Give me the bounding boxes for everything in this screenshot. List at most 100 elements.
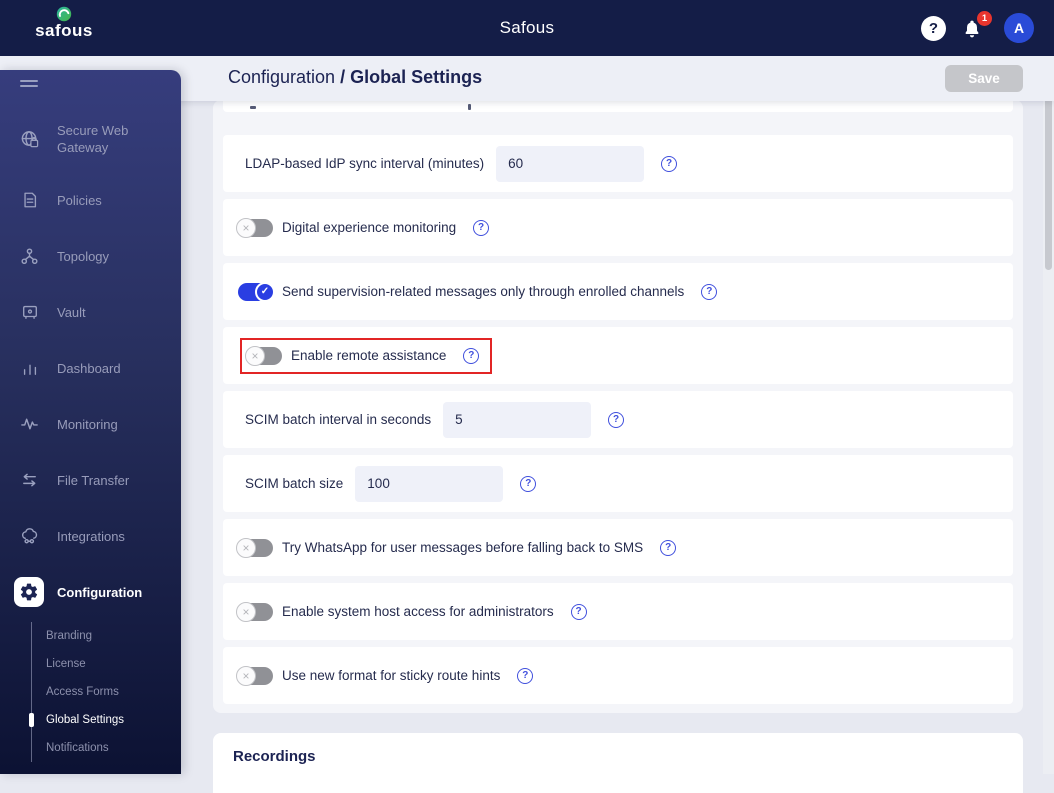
subnav-item-notifications[interactable]: Notifications — [32, 734, 181, 762]
subnav-item-global-settings[interactable]: Global Settings — [29, 706, 181, 734]
subnav-item-label: License — [46, 658, 86, 670]
setting-label: Use new format for sticky route hints — [282, 668, 501, 683]
help-icon[interactable] — [570, 603, 587, 620]
help-icon[interactable] — [608, 411, 625, 428]
activity-icon — [20, 415, 39, 434]
subnav-item-license[interactable]: License — [32, 650, 181, 678]
setting-row-supervision-messages: Send supervision-related messages only t… — [223, 263, 1013, 320]
sidebar-item-dashboard[interactable]: Dashboard — [0, 340, 181, 396]
subnav-item-label: Access Forms — [46, 686, 119, 698]
help-icon[interactable] — [473, 219, 490, 236]
sidebar-item-monitoring[interactable]: Monitoring — [0, 396, 181, 452]
setting-row-system-host-access: Enable system host access for administra… — [223, 583, 1013, 640]
sticky-route-hints-toggle[interactable] — [236, 665, 273, 686]
setting-row-scim-batch-interval: SCIM batch interval in seconds — [223, 391, 1013, 448]
menu-toggle-icon[interactable] — [20, 80, 40, 92]
sidebar-item-label: Topology — [57, 248, 110, 264]
sidebar-item-label: Vault — [57, 304, 86, 320]
sidebar-item-label: Configuration — [57, 584, 143, 600]
setting-label: Enable system host access for administra… — [282, 604, 554, 619]
save-button[interactable]: Save — [945, 65, 1023, 92]
toggle-x-icon — [236, 537, 256, 558]
system-host-access-toggle[interactable] — [236, 601, 273, 622]
enable-remote-assistance-toggle[interactable] — [245, 345, 282, 366]
notifications-button[interactable]: 1 — [962, 11, 992, 41]
help-icon[interactable] — [661, 155, 678, 172]
sidebar-item-label: Monitoring — [57, 416, 118, 432]
breadcrumb-current: Global Settings — [350, 67, 483, 87]
setting-row-whatsapp-fallback: Try WhatsApp for user messages before fa… — [223, 519, 1013, 576]
breadcrumb-parent[interactable]: Configuration — [228, 67, 340, 87]
sidebar-item-label: Dashboard — [57, 360, 121, 376]
help-icon[interactable] — [463, 347, 480, 364]
bar-chart-icon — [20, 359, 39, 378]
recordings-section-title: Recordings — [233, 748, 316, 765]
breadcrumb: Configuration / Global Settings — [228, 67, 482, 88]
global-settings-card: LDAP-based IdP sync interval (minutes) D… — [213, 100, 1023, 713]
toggle-check-icon — [255, 281, 275, 302]
digital-experience-monitoring-toggle[interactable] — [236, 217, 273, 238]
sidebar-nav: Secure Web Gateway Policies Topology Vau… — [0, 106, 181, 620]
red-highlight-annotation: Enable remote assistance — [240, 337, 493, 374]
sidebar-item-file-transfer[interactable]: File Transfer — [0, 452, 181, 508]
gear-icon — [14, 577, 44, 607]
sidebar-item-vault[interactable]: Vault — [0, 284, 181, 340]
setting-row-enable-remote-assistance: Enable remote assistance — [223, 327, 1013, 384]
toggle-x-icon — [245, 345, 265, 366]
top-actions: 1 A — [921, 0, 1034, 56]
toggle-x-icon — [236, 665, 256, 686]
setting-row-sticky-route-hints: Use new format for sticky route hints — [223, 647, 1013, 704]
setting-label: LDAP-based IdP sync interval (minutes) — [245, 156, 485, 171]
sidebar-item-configuration[interactable]: Configuration — [0, 564, 181, 620]
scim-batch-interval-input[interactable] — [443, 401, 592, 438]
cloud-integration-icon — [20, 527, 39, 546]
sidebar-item-integrations[interactable]: Integrations — [0, 508, 181, 564]
setting-label: Send supervision-related messages only t… — [282, 284, 685, 299]
globe-lock-icon — [20, 130, 39, 149]
help-icon[interactable] — [701, 283, 718, 300]
whatsapp-fallback-toggle[interactable] — [236, 537, 273, 558]
vault-icon — [20, 303, 39, 322]
scrollbar-track[interactable] — [1043, 56, 1054, 774]
sidebar-item-topology[interactable]: Topology — [0, 228, 181, 284]
sidebar-item-label: File Transfer — [57, 472, 130, 488]
subnav-item-label: Branding — [46, 630, 93, 642]
configuration-subnav: Branding License Access Forms Global Set… — [29, 622, 181, 762]
sidebar-item-label: Secure Web Gateway — [57, 123, 129, 155]
topology-icon — [20, 247, 39, 266]
toggle-x-icon — [236, 217, 256, 238]
setting-row-ldap-sync-interval: LDAP-based IdP sync interval (minutes) — [223, 135, 1013, 192]
subnav-item-label: Notifications — [46, 742, 109, 754]
subnav-item-label: Global Settings — [46, 714, 124, 726]
recordings-card: Recordings — [213, 733, 1023, 793]
supervision-messages-toggle[interactable] — [238, 281, 275, 302]
transfer-arrows-icon — [20, 471, 39, 490]
help-icon[interactable] — [517, 667, 534, 684]
help-icon[interactable] — [520, 475, 537, 492]
top-bar: safous Safous 1 A — [0, 0, 1054, 56]
ldap-sync-interval-input[interactable] — [496, 145, 645, 182]
page-title: Safous — [499, 18, 555, 37]
setting-label: Try WhatsApp for user messages before fa… — [282, 540, 644, 555]
setting-row-digital-experience-monitoring: Digital experience monitoring — [223, 199, 1013, 256]
subnav-item-branding[interactable]: Branding — [32, 622, 181, 650]
setting-label: Enable remote assistance — [291, 348, 447, 363]
clipped-row — [223, 100, 1013, 112]
sidebar: Secure Web Gateway Policies Topology Vau… — [0, 70, 181, 774]
help-icon[interactable] — [660, 539, 677, 556]
sidebar-item-label: Integrations — [57, 528, 125, 544]
document-icon — [20, 191, 39, 210]
setting-label: Digital experience monitoring — [282, 220, 457, 235]
toggle-x-icon — [236, 601, 256, 622]
avatar[interactable]: A — [1004, 13, 1034, 43]
setting-label: SCIM batch interval in seconds — [245, 412, 432, 427]
notification-badge: 1 — [977, 11, 992, 26]
scim-batch-size-input[interactable] — [355, 465, 504, 502]
breadcrumb-separator: / — [340, 67, 351, 87]
sidebar-item-secure-web-gateway[interactable]: Secure Web Gateway — [0, 106, 181, 172]
subnav-item-access-forms[interactable]: Access Forms — [32, 678, 181, 706]
sidebar-item-policies[interactable]: Policies — [0, 172, 181, 228]
help-icon[interactable] — [921, 15, 946, 41]
scrollbar-thumb[interactable] — [1045, 95, 1052, 270]
setting-row-scim-batch-size: SCIM batch size — [223, 455, 1013, 512]
